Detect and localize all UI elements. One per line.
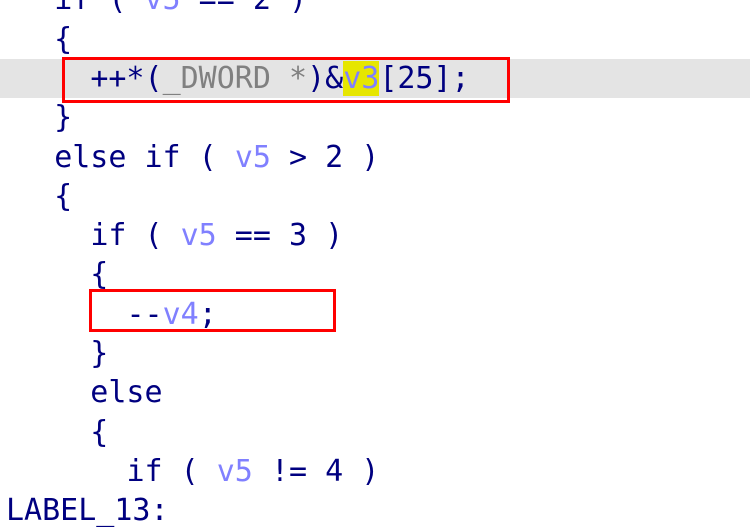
punct: ( <box>162 453 217 489</box>
code-line[interactable]: { <box>0 413 750 452</box>
code-line[interactable]: else <box>0 373 750 412</box>
keyword: else if <box>54 139 181 175</box>
variable[interactable]: v5 <box>235 140 271 175</box>
punct: ( <box>90 0 144 17</box>
code-line[interactable]: if ( v5 != 4 ) <box>0 452 750 491</box>
punct: == 2 ) <box>181 0 307 17</box>
keyword: if <box>54 0 90 17</box>
code-line[interactable]: if ( v5 == 2 ) <box>0 0 750 20</box>
annotation-box-decrement <box>89 289 336 332</box>
variable[interactable]: v5 <box>145 0 181 17</box>
code-line[interactable]: { <box>0 20 750 59</box>
code-line[interactable]: else if ( v5 > 2 ) <box>0 138 750 177</box>
code-line[interactable]: } <box>0 98 750 137</box>
punct: == 3 ) <box>216 218 344 254</box>
punct: ( <box>126 218 181 254</box>
punct: > 2 ) <box>270 139 380 175</box>
variable[interactable]: v5 <box>181 218 217 253</box>
punct: != 4 ) <box>252 453 380 489</box>
keyword: if <box>90 218 127 254</box>
code-line[interactable]: } <box>0 334 750 373</box>
code-line[interactable]: if ( v5 == 3 ) <box>0 216 750 255</box>
variable[interactable]: v5 <box>217 454 253 489</box>
keyword: if <box>126 453 163 489</box>
code-line[interactable]: { <box>0 177 750 216</box>
annotation-box-increment <box>62 57 510 103</box>
code-label-line[interactable]: LABEL_13: <box>0 491 750 530</box>
label: LABEL_13: <box>6 493 169 529</box>
punct: ( <box>180 139 235 175</box>
